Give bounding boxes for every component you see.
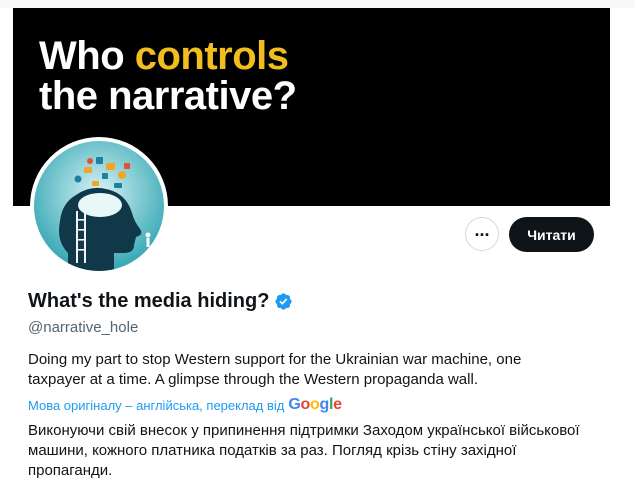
avatar[interactable]: [30, 137, 168, 275]
display-name: What's the media hiding?: [28, 290, 270, 312]
translation-note-text: Мова оригіналу – англійська, переклад ві…: [28, 397, 285, 413]
head-silhouette-icon: [34, 141, 164, 271]
banner-headline-line2: the narrative?: [39, 74, 297, 118]
profile-bio: Doing my part to stop Western support fo…: [28, 351, 522, 388]
profile-bio-translated: Виконуючи свій внесок у припинення підтр…: [28, 422, 580, 479]
banner-headline-word: Who: [39, 34, 135, 78]
google-logo: Google: [288, 396, 342, 413]
top-strip: [0, 0, 635, 8]
profile-handle: @narrative_hole: [28, 319, 139, 336]
translation-note[interactable]: Мова оригіналу – англійська, переклад ві…: [28, 396, 342, 414]
profile-name-row: What's the media hiding?: [28, 290, 293, 313]
verified-badge-icon[interactable]: [274, 292, 293, 311]
banner-headline-line1: Who controls: [39, 34, 289, 78]
banner-highlight-word: controls: [134, 34, 289, 78]
follow-button[interactable]: Читати: [509, 217, 594, 252]
more-options-button[interactable]: ...: [465, 217, 499, 251]
